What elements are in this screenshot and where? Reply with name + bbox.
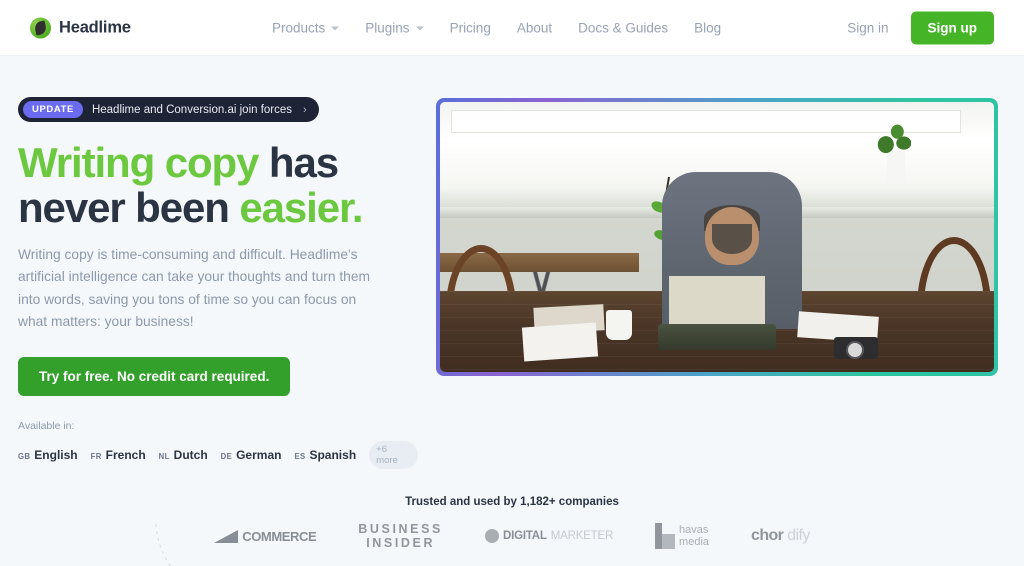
update-chip: UPDATE bbox=[23, 101, 83, 118]
nav-item-docs-guides[interactable]: Docs & Guides bbox=[578, 20, 668, 35]
available-in-label: Available in: bbox=[18, 420, 75, 433]
business-insider-label: BUSINESS INSIDER bbox=[358, 522, 443, 550]
language-code: FR bbox=[90, 452, 102, 462]
language-name: French bbox=[105, 448, 146, 463]
image-camera bbox=[833, 336, 878, 359]
image-coffee-cup bbox=[606, 309, 633, 340]
nav-item-products[interactable]: Products bbox=[272, 20, 340, 35]
bigcommerce-logo: COMMERCE bbox=[214, 528, 317, 544]
trusted-by-section: Trusted and used by 1,182+ companies COM… bbox=[0, 496, 1024, 550]
chordify-label-dark: chor bbox=[751, 527, 784, 544]
sign-in-link[interactable]: Sign in bbox=[847, 20, 888, 35]
language-item-english[interactable]: GB English bbox=[18, 448, 78, 462]
nav-label: Blog bbox=[694, 20, 722, 35]
hero-section: UPDATE Headlime and Conversion.ai join f… bbox=[0, 56, 1024, 566]
hero-subcopy: Writing copy is time-consuming and diffi… bbox=[18, 247, 371, 330]
nav-label: Plugins bbox=[365, 20, 410, 35]
language-code: ES bbox=[294, 452, 306, 462]
nav-label: Docs & Guides bbox=[578, 20, 669, 35]
language-name: Dutch bbox=[173, 448, 208, 463]
nav-label: Products bbox=[272, 20, 326, 35]
languages-more-chip[interactable]: +6 more bbox=[369, 441, 418, 470]
digitalmarketer-label-light: MARKETER bbox=[550, 530, 614, 542]
language-code: DE bbox=[220, 452, 233, 462]
image-typewriter bbox=[658, 324, 776, 351]
language-code: NL bbox=[158, 452, 170, 462]
hero-content: UPDATE Headlime and Conversion.ai join f… bbox=[18, 97, 418, 470]
client-logo-row: COMMERCE BUSINESS INSIDER DIGITAL MARKET… bbox=[0, 522, 1024, 550]
digitalmarketer-logo: DIGITAL MARKETER bbox=[485, 529, 613, 543]
bigcommerce-label: COMMERCE bbox=[242, 528, 317, 544]
nav-item-pricing[interactable]: Pricing bbox=[450, 20, 491, 35]
headlime-leaf-logo-icon bbox=[30, 17, 51, 38]
havas-media-logo: havas media bbox=[655, 523, 709, 549]
chevron-down-icon bbox=[331, 26, 340, 31]
digitalmarketer-mark-icon bbox=[485, 529, 499, 543]
landing-page: Headlime Products Plugins Pricing About … bbox=[0, 0, 1024, 566]
havas-label: havas media bbox=[679, 524, 709, 549]
language-code: GB bbox=[18, 452, 31, 462]
chordify-label-light: dify bbox=[787, 527, 810, 544]
language-item-spanish[interactable]: ES Spanish bbox=[294, 448, 356, 462]
sign-up-button[interactable]: Sign up bbox=[910, 11, 994, 44]
chordify-logo: chor dify bbox=[751, 527, 810, 545]
site-header: Headlime Products Plugins Pricing About … bbox=[0, 0, 1024, 56]
nav-item-plugins[interactable]: Plugins bbox=[365, 20, 424, 35]
bigcommerce-mark-icon bbox=[214, 529, 239, 543]
hero-image-frame bbox=[436, 98, 998, 376]
language-name: English bbox=[34, 448, 78, 463]
header-actions: Sign in Sign up bbox=[847, 11, 994, 44]
nav-item-about[interactable]: About bbox=[517, 20, 552, 35]
update-text: Headlime and Conversion.ai join forces bbox=[91, 103, 293, 116]
business-insider-line1: BUSINESS bbox=[358, 522, 443, 536]
havas-mark-icon bbox=[655, 523, 676, 549]
headline-part-1: Writing copy bbox=[18, 139, 259, 186]
nav-item-blog[interactable]: Blog bbox=[694, 20, 721, 35]
digitalmarketer-label-dark: DIGITAL bbox=[503, 530, 547, 542]
headline-part-3: never been bbox=[18, 183, 240, 231]
nav-label: Pricing bbox=[449, 20, 491, 35]
chevron-down-icon bbox=[415, 26, 424, 31]
nav-label: About bbox=[516, 20, 553, 35]
trusted-by-title: Trusted and used by 1,182+ companies bbox=[405, 496, 619, 508]
main-nav: Products Plugins Pricing About Docs & Gu… bbox=[272, 20, 721, 35]
image-paper-front bbox=[521, 321, 599, 362]
image-typewriter-paper bbox=[669, 276, 765, 327]
havas-line2: media bbox=[679, 536, 710, 548]
image-person-beard bbox=[711, 223, 752, 254]
language-item-french[interactable]: FR French bbox=[91, 448, 146, 462]
business-insider-line2: INSIDER bbox=[366, 536, 436, 550]
havas-line1: havas bbox=[679, 523, 709, 536]
hero-image bbox=[440, 102, 994, 372]
brand-logo[interactable]: Headlime bbox=[30, 17, 131, 38]
language-list: GB English FR French NL Dutch DE German … bbox=[18, 441, 418, 470]
image-vase-leaves bbox=[874, 118, 911, 157]
chevron-right-icon: › bbox=[303, 103, 307, 116]
headline-part-4: easier. bbox=[239, 183, 363, 231]
brand-name: Headlime bbox=[59, 18, 131, 36]
try-for-free-button[interactable]: Try for free. No credit card required. bbox=[18, 357, 291, 397]
page-title: Writing copy has never been easier. bbox=[18, 139, 418, 231]
language-item-german[interactable]: DE German bbox=[221, 448, 282, 462]
language-name: German bbox=[236, 448, 282, 463]
language-item-dutch[interactable]: NL Dutch bbox=[159, 448, 208, 462]
business-insider-logo: BUSINESS INSIDER bbox=[358, 522, 443, 550]
language-name: Spanish bbox=[309, 448, 357, 463]
headline-part-2: has bbox=[258, 139, 339, 186]
update-announcement-badge[interactable]: UPDATE Headlime and Conversion.ai join f… bbox=[18, 97, 319, 122]
